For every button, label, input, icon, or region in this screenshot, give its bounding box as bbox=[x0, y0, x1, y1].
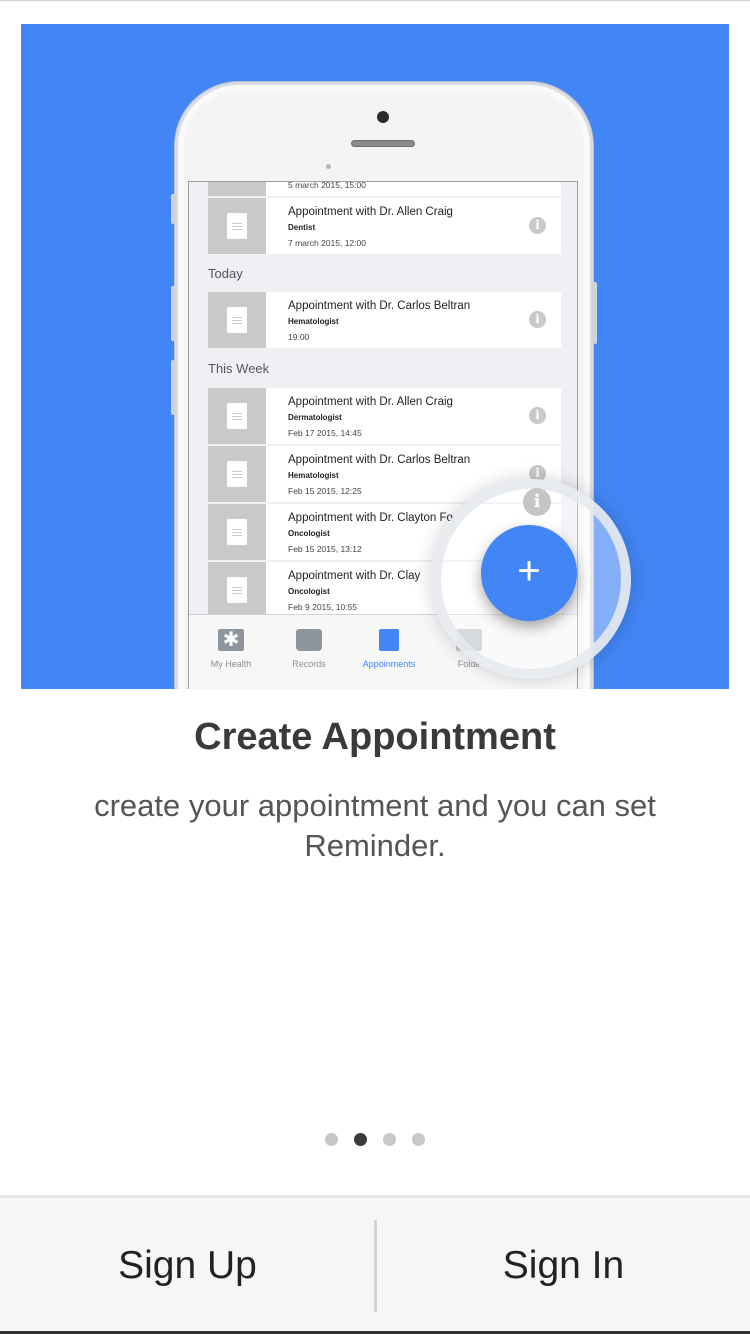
appointment-time: Feb 17 2015, 14:45 bbox=[288, 428, 362, 438]
appointment-specialty: Dermatologist bbox=[288, 413, 342, 422]
inbox-icon bbox=[296, 629, 322, 651]
info-icon: i bbox=[523, 488, 551, 516]
appointment-title: Appointment with Dr. Carlos Beltran bbox=[288, 300, 471, 312]
asterisk-icon: ✱ bbox=[218, 629, 244, 651]
page-dot[interactable] bbox=[412, 1133, 425, 1146]
sign-in-button[interactable]: Sign In bbox=[376, 1198, 750, 1334]
info-icon: i bbox=[529, 407, 546, 424]
list-item: Appointment with Dr. Allen Craig Dermato… bbox=[208, 388, 561, 444]
appointment-specialty: Hematologist bbox=[288, 471, 339, 480]
phone-power-button bbox=[592, 282, 597, 344]
auth-button-bar: Sign Up Sign In bbox=[0, 1195, 750, 1334]
page-title: Create Appointment bbox=[194, 716, 556, 758]
document-icon bbox=[227, 307, 247, 333]
appointment-time: 7 march 2015, 12:00 bbox=[288, 238, 366, 248]
phone-volume-up bbox=[171, 286, 176, 341]
appointment-specialty: Oncologist bbox=[288, 529, 330, 538]
phone-sensor bbox=[326, 164, 331, 169]
appointment-time: 19:00 bbox=[288, 332, 310, 342]
page-indicator[interactable] bbox=[0, 1133, 750, 1147]
top-border bbox=[0, 0, 750, 1]
page-dot-active[interactable] bbox=[354, 1133, 367, 1146]
page-dot[interactable] bbox=[383, 1133, 396, 1146]
sign-up-button[interactable]: Sign Up bbox=[0, 1198, 375, 1334]
phone-volume-down bbox=[171, 360, 176, 415]
document-thumbnail bbox=[208, 446, 266, 502]
phone-mute-button bbox=[171, 194, 176, 224]
phone-camera bbox=[377, 111, 389, 123]
add-appointment-fab: + bbox=[481, 525, 577, 621]
document-icon bbox=[227, 577, 247, 603]
appointment-specialty: Oncologist bbox=[288, 587, 330, 596]
phone-speaker bbox=[351, 140, 415, 147]
appointment-time: Feb 15 2015, 12:25 bbox=[288, 486, 362, 496]
section-label-this-week: This Week bbox=[208, 361, 270, 376]
document-thumbnail bbox=[208, 388, 266, 444]
hero-illustration: 5 march 2015, 15:00 Appointment with Dr.… bbox=[21, 24, 729, 689]
appointment-specialty: Hematologist bbox=[288, 317, 339, 326]
list-item: 5 march 2015, 15:00 bbox=[208, 181, 561, 196]
appointment-title: Appointment with Dr. Carlos Beltran bbox=[288, 454, 471, 466]
appointment-title: Appointment with Dr. Allen Craig bbox=[288, 396, 453, 408]
page-description: create your appointment and you can set … bbox=[94, 788, 656, 863]
appointment-title: Appointment with Dr. Clayton Fo bbox=[288, 512, 453, 524]
appointment-specialty: Dentist bbox=[288, 223, 316, 232]
tab-records: Records bbox=[269, 629, 349, 669]
document-thumbnail bbox=[208, 504, 266, 560]
info-icon: i bbox=[529, 217, 546, 234]
document-thumbnail bbox=[208, 292, 266, 348]
document-icon bbox=[227, 461, 247, 487]
section-label-today: Today bbox=[208, 266, 243, 281]
tab-appointments: Appoinments bbox=[349, 629, 429, 669]
appointment-time: Feb 9 2015, 10:55 bbox=[288, 602, 358, 612]
appointment-title: Appointment with Dr. Clay bbox=[288, 570, 421, 582]
appointment-title: Appointment with Dr. Allen Craig bbox=[288, 206, 453, 218]
tab-my-health: ✱ My Health bbox=[210, 629, 252, 669]
appointment-time: Feb 15 2015, 13:12 bbox=[288, 544, 362, 554]
page-dot[interactable] bbox=[325, 1133, 338, 1146]
document-icon bbox=[379, 629, 399, 651]
document-thumbnail bbox=[208, 198, 266, 254]
appointment-time: 5 march 2015, 15:00 bbox=[288, 181, 366, 190]
document-icon bbox=[227, 519, 247, 545]
info-icon: i bbox=[529, 311, 546, 328]
list-item: Appointment with Dr. Allen Craig Dentist… bbox=[208, 198, 561, 254]
list-item: Appointment with Dr. Carlos Beltran Hema… bbox=[208, 292, 561, 348]
document-icon bbox=[227, 403, 247, 429]
document-thumbnail bbox=[208, 562, 266, 618]
document-icon bbox=[227, 213, 247, 239]
